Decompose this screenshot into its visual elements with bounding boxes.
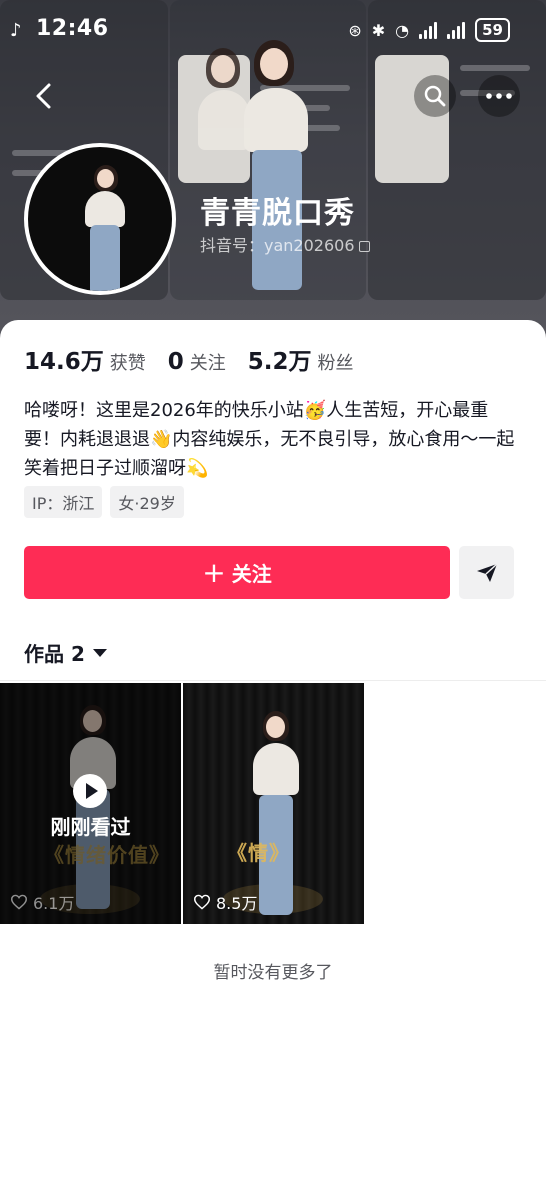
plus-icon: + [202,555,226,589]
copy-icon[interactable] [358,241,370,252]
status-bar: ♪ 12:46 ⊛ ✱ ◔ 59 [0,14,546,50]
play-icon [73,774,107,808]
video-likes-count: 8.5万 [216,894,258,913]
status-indicators: ⊛ ✱ ◔ 59 [348,18,510,42]
profile-bio: 哈喽呀！这里是2026年的快乐小站🥳人生苦短，开心最重要！内耗退退退👋内容纯娱乐… [24,400,515,479]
more-button[interactable] [478,75,520,117]
vibrate-icon: ⊛ [348,20,362,40]
no-more-text: 暂时没有更多了 [213,963,333,983]
signal-icon [419,21,438,39]
douyin-id[interactable]: 抖音号：yan202606 [200,232,370,256]
back-button[interactable] [22,75,64,117]
search-icon [424,85,446,107]
back-arrow-icon [36,83,51,109]
profile-banner: ♪ 12:46 ⊛ ✱ ◔ 59 青青脱口秀 抖音号：yan202606 [0,0,546,345]
heart-icon [193,894,211,910]
follow-label: 关注 [231,562,272,586]
avatar[interactable] [24,143,176,295]
location-tag: IP：浙江 [24,486,103,518]
video-likes: 8.5万 [193,890,257,914]
recently-watched-label: 刚刚看过 [50,815,131,839]
bluetooth-icon: ✱ [371,20,386,40]
profile-sheet: 14.6万 获赞 0 关注 5.2万 粉丝 哈喽呀！这里是2026年的快乐小站🥳… [0,320,546,1200]
followers-count[interactable]: 5.2万 [248,342,312,376]
follow-button[interactable]: + 关注 [24,546,450,599]
douyin-id-text: 抖音号：yan202606 [200,236,355,255]
background-thumbnail [375,55,449,183]
profile-tags: IP：浙江 女·29岁 [24,486,184,518]
works-tab-label: 作品 2 [24,642,85,666]
wifi-icon: ◔ [395,20,410,40]
video-caption: 《情》 [227,841,290,865]
video-likes-count: 6.1万 [33,894,75,913]
video-thumbnail[interactable]: 《情绪价值》 刚刚看过 6.1万 [0,683,181,924]
profile-name: 青青脱口秀 [200,196,355,231]
following-count[interactable]: 0 [168,349,184,375]
tiktok-logo-icon: ♪ [10,20,22,41]
status-time: 12:46 [36,16,109,41]
signal-icon [447,21,466,39]
caret-down-icon [92,648,107,657]
works-tab[interactable]: 作品 2 [24,638,107,667]
battery-indicator: 59 [475,18,510,42]
gender-age-tag: 女·29岁 [110,486,184,518]
background-person [196,48,256,188]
video-likes: 6.1万 [10,890,74,914]
stats-row: 14.6万 获赞 0 关注 5.2万 粉丝 [24,342,376,376]
share-icon [476,562,498,582]
background-line [460,65,530,71]
heart-icon [10,894,28,910]
video-thumbnail[interactable]: 《情》 8.5万 [183,683,364,924]
divider [0,680,546,681]
share-button[interactable] [459,546,514,599]
video-grid: 《情绪价值》 刚刚看过 6.1万 《情》 8.5万 [0,683,364,924]
following-label: 关注 [189,353,226,374]
search-button[interactable] [414,75,456,117]
more-icon [486,93,512,99]
likes-label: 获赞 [109,353,146,374]
followers-label: 粉丝 [317,353,354,374]
avatar-figure [80,165,130,291]
likes-count[interactable]: 14.6万 [24,342,104,376]
